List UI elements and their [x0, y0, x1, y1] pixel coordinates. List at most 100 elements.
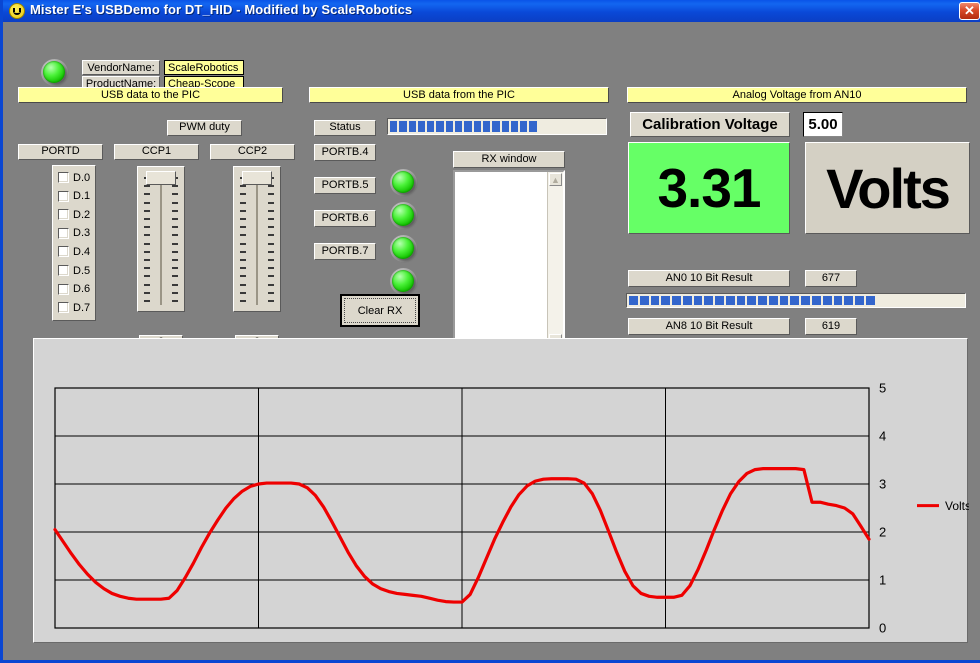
ytick-label-5: 5 — [879, 381, 886, 396]
an0-block — [844, 296, 853, 305]
legend-label-volts: Volts — [945, 499, 969, 513]
status-block — [455, 121, 462, 132]
voltage-chart: 012345Volts — [34, 339, 969, 644]
ccp1-slider-tick — [144, 234, 150, 236]
portb7-label: PORTB.7 — [314, 243, 376, 260]
ccp2-slider-tick — [268, 251, 274, 253]
ccp1-slider-tick — [144, 292, 150, 294]
ccp2-slider-tick — [240, 292, 246, 294]
ccp1-slider-tick — [144, 202, 150, 204]
an0-block — [661, 296, 670, 305]
status-block — [474, 121, 481, 132]
an0-block — [715, 296, 724, 305]
status-block — [409, 121, 416, 132]
ccp1-slider-thumb[interactable] — [146, 171, 176, 185]
ccp2-slider-tick — [240, 218, 246, 220]
status-block — [427, 121, 434, 132]
portd-bit-2-checkbox[interactable] — [58, 209, 69, 220]
portd-bit-5[interactable]: D.5 — [58, 263, 90, 278]
ccp2-slider-tick — [240, 259, 246, 261]
portd-bit-3[interactable]: D.3 — [58, 226, 90, 241]
ytick-label-0: 0 — [879, 621, 886, 636]
an0-result-value: 677 — [805, 270, 857, 287]
portd-bit-1[interactable]: D.1 — [58, 189, 90, 204]
client-area: VendorName: ScaleRobotics ProductName: C… — [6, 22, 980, 660]
ccp2-slider-tick — [268, 267, 274, 269]
ccp2-slider-tick — [240, 284, 246, 286]
portb5-label: PORTB.5 — [314, 177, 376, 194]
ccp1-slider[interactable] — [137, 166, 185, 312]
banner-usb-to-pic: USB data to the PIC — [18, 87, 283, 103]
ccp1-slider-tick — [144, 275, 150, 277]
ccp1-slider-tick — [172, 226, 178, 228]
portd-bit-1-checkbox[interactable] — [58, 191, 69, 202]
status-block — [390, 121, 397, 132]
voltage-readout: 3.31 — [628, 142, 790, 234]
scroll-up-icon[interactable]: ▲ — [549, 173, 562, 186]
ccp1-slider-tick — [172, 202, 178, 204]
ccp2-slider-tick — [268, 185, 274, 187]
ytick-label-3: 3 — [879, 477, 886, 492]
ccp2-slider-tick — [268, 259, 274, 261]
an0-block — [704, 296, 713, 305]
voltage-units-label: Volts — [805, 142, 970, 234]
portd-bit-0-label: D.0 — [73, 172, 90, 184]
ccp2-slider-tick — [240, 300, 246, 302]
portd-bit-6-checkbox[interactable] — [58, 284, 69, 295]
ccp2-slider-tick — [268, 226, 274, 228]
rx-window[interactable]: ▲ ▼ — [453, 170, 565, 350]
portd-bit-6[interactable]: D.6 — [58, 282, 90, 297]
ccp1-slider-tick — [144, 267, 150, 269]
an0-block — [834, 296, 843, 305]
an0-block — [629, 296, 638, 305]
ccp1-slider-tick — [172, 259, 178, 261]
ccp1-slider-tick — [144, 259, 150, 261]
portd-bit-0-checkbox[interactable] — [58, 172, 69, 183]
rx-window-text — [457, 174, 546, 346]
ccp2-slider-tick — [268, 284, 274, 286]
ccp1-slider-tick — [144, 185, 150, 187]
ccp1-slider-tick — [144, 251, 150, 253]
ccp2-slider-tick — [268, 275, 274, 277]
ccp2-slider-track — [256, 177, 258, 305]
rx-scrollbar[interactable]: ▲ ▼ — [547, 172, 563, 348]
portd-bit-3-label: D.3 — [73, 227, 90, 239]
ccp1-slider-tick — [172, 292, 178, 294]
calibration-voltage-input[interactable]: 5.00 — [803, 112, 843, 137]
ccp2-slider-thumb[interactable] — [242, 171, 272, 185]
ytick-label-2: 2 — [879, 525, 886, 540]
ccp1-slider-tick — [144, 243, 150, 245]
vendor-name-label: VendorName: — [82, 60, 160, 75]
portd-bit-0[interactable]: D.0 — [58, 170, 90, 185]
ccp1-slider-tick — [172, 251, 178, 253]
ccp1-label: CCP1 — [114, 144, 199, 160]
portd-bit-5-label: D.5 — [73, 265, 90, 277]
ccp1-slider-tick — [144, 193, 150, 195]
an8-result-label: AN8 10 Bit Result — [628, 318, 790, 335]
an0-block — [866, 296, 875, 305]
portd-checkbox-group: D.0 D.1 D.2 D.3 D.4 D.5 D.6 D.7 — [52, 165, 96, 321]
an0-block — [855, 296, 864, 305]
portd-bit-3-checkbox[interactable] — [58, 228, 69, 239]
portd-bit-7-checkbox[interactable] — [58, 302, 69, 313]
status-blocks — [390, 121, 539, 132]
close-button[interactable]: ✕ — [959, 2, 980, 20]
ccp2-slider-tick — [268, 210, 274, 212]
ccp2-slider-tick — [268, 202, 274, 204]
portd-bit-4-label: D.4 — [73, 246, 90, 258]
portd-bit-4[interactable]: D.4 — [58, 244, 90, 259]
an0-block — [726, 296, 735, 305]
portd-bit-2-label: D.2 — [73, 209, 90, 221]
portd-bit-7[interactable]: D.7 — [58, 300, 90, 315]
an8-result-value: 619 — [805, 318, 857, 335]
ccp2-slider[interactable] — [233, 166, 281, 312]
portd-bit-5-checkbox[interactable] — [58, 265, 69, 276]
portb7-led — [392, 270, 414, 292]
portd-bit-4-checkbox[interactable] — [58, 246, 69, 257]
status-label: Status — [314, 120, 376, 136]
smiley-face-icon — [9, 3, 25, 19]
an0-block — [651, 296, 660, 305]
ccp1-slider-tick — [172, 210, 178, 212]
portd-bit-2[interactable]: D.2 — [58, 207, 90, 222]
clear-rx-button[interactable]: Clear RX — [340, 294, 420, 327]
